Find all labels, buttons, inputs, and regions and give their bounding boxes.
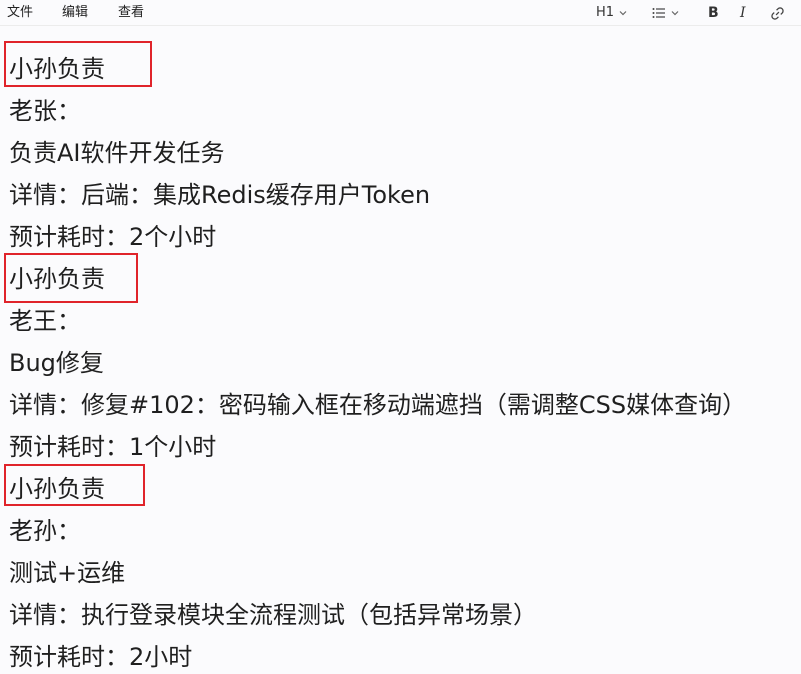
task-line-1: 负责AI软件开发任务 <box>9 139 225 167</box>
person-line-3: 老孙： <box>9 517 81 545</box>
estimate-line-1: 预计耗时：2个小时 <box>9 223 217 251</box>
italic-label: I <box>740 5 746 21</box>
task-line-2: Bug修复 <box>9 349 104 377</box>
menu-bar: 文件 编辑 查看 H1 B I <box>0 0 801 26</box>
assignee-line-2: 小孙负责 <box>9 265 105 293</box>
detail-line-2: 详情：修复#102：密码输入框在移动端遮挡（需调整CSS媒体查询） <box>9 391 747 419</box>
document-body[interactable]: 小孙负责 老张： 负责AI软件开发任务 详情：后端：集成Redis缓存用户Tok… <box>0 26 801 674</box>
menu-edit[interactable]: 编辑 <box>62 4 88 22</box>
heading-dropdown[interactable]: H1 <box>596 3 628 23</box>
assignee-line-1: 小孙负责 <box>9 55 105 83</box>
menu-file[interactable]: 文件 <box>7 4 33 22</box>
estimate-line-3: 预计耗时：2小时 <box>9 643 193 671</box>
task-line-3: 测试+运维 <box>9 559 126 587</box>
detail-line-3: 详情：执行登录模块全流程测试（包括异常场景） <box>9 601 537 629</box>
bulleted-list-icon <box>652 8 665 18</box>
chevron-down-icon <box>671 11 679 16</box>
person-line-1: 老张： <box>9 97 81 125</box>
italic-button[interactable]: I <box>740 3 746 23</box>
detail-line-1: 详情：后端：集成Redis缓存用户Token <box>9 181 431 209</box>
list-dropdown[interactable] <box>652 3 680 23</box>
menu-view[interactable]: 查看 <box>118 4 144 22</box>
link-icon <box>771 6 784 20</box>
person-line-2: 老王： <box>9 307 81 335</box>
chevron-down-icon <box>619 11 627 16</box>
bold-label: B <box>708 5 719 21</box>
bold-button[interactable]: B <box>708 3 719 23</box>
link-button[interactable] <box>770 3 785 23</box>
estimate-line-2: 预计耗时：1个小时 <box>9 433 217 461</box>
heading-label: H1 <box>596 5 615 20</box>
assignee-line-3: 小孙负责 <box>9 475 105 503</box>
